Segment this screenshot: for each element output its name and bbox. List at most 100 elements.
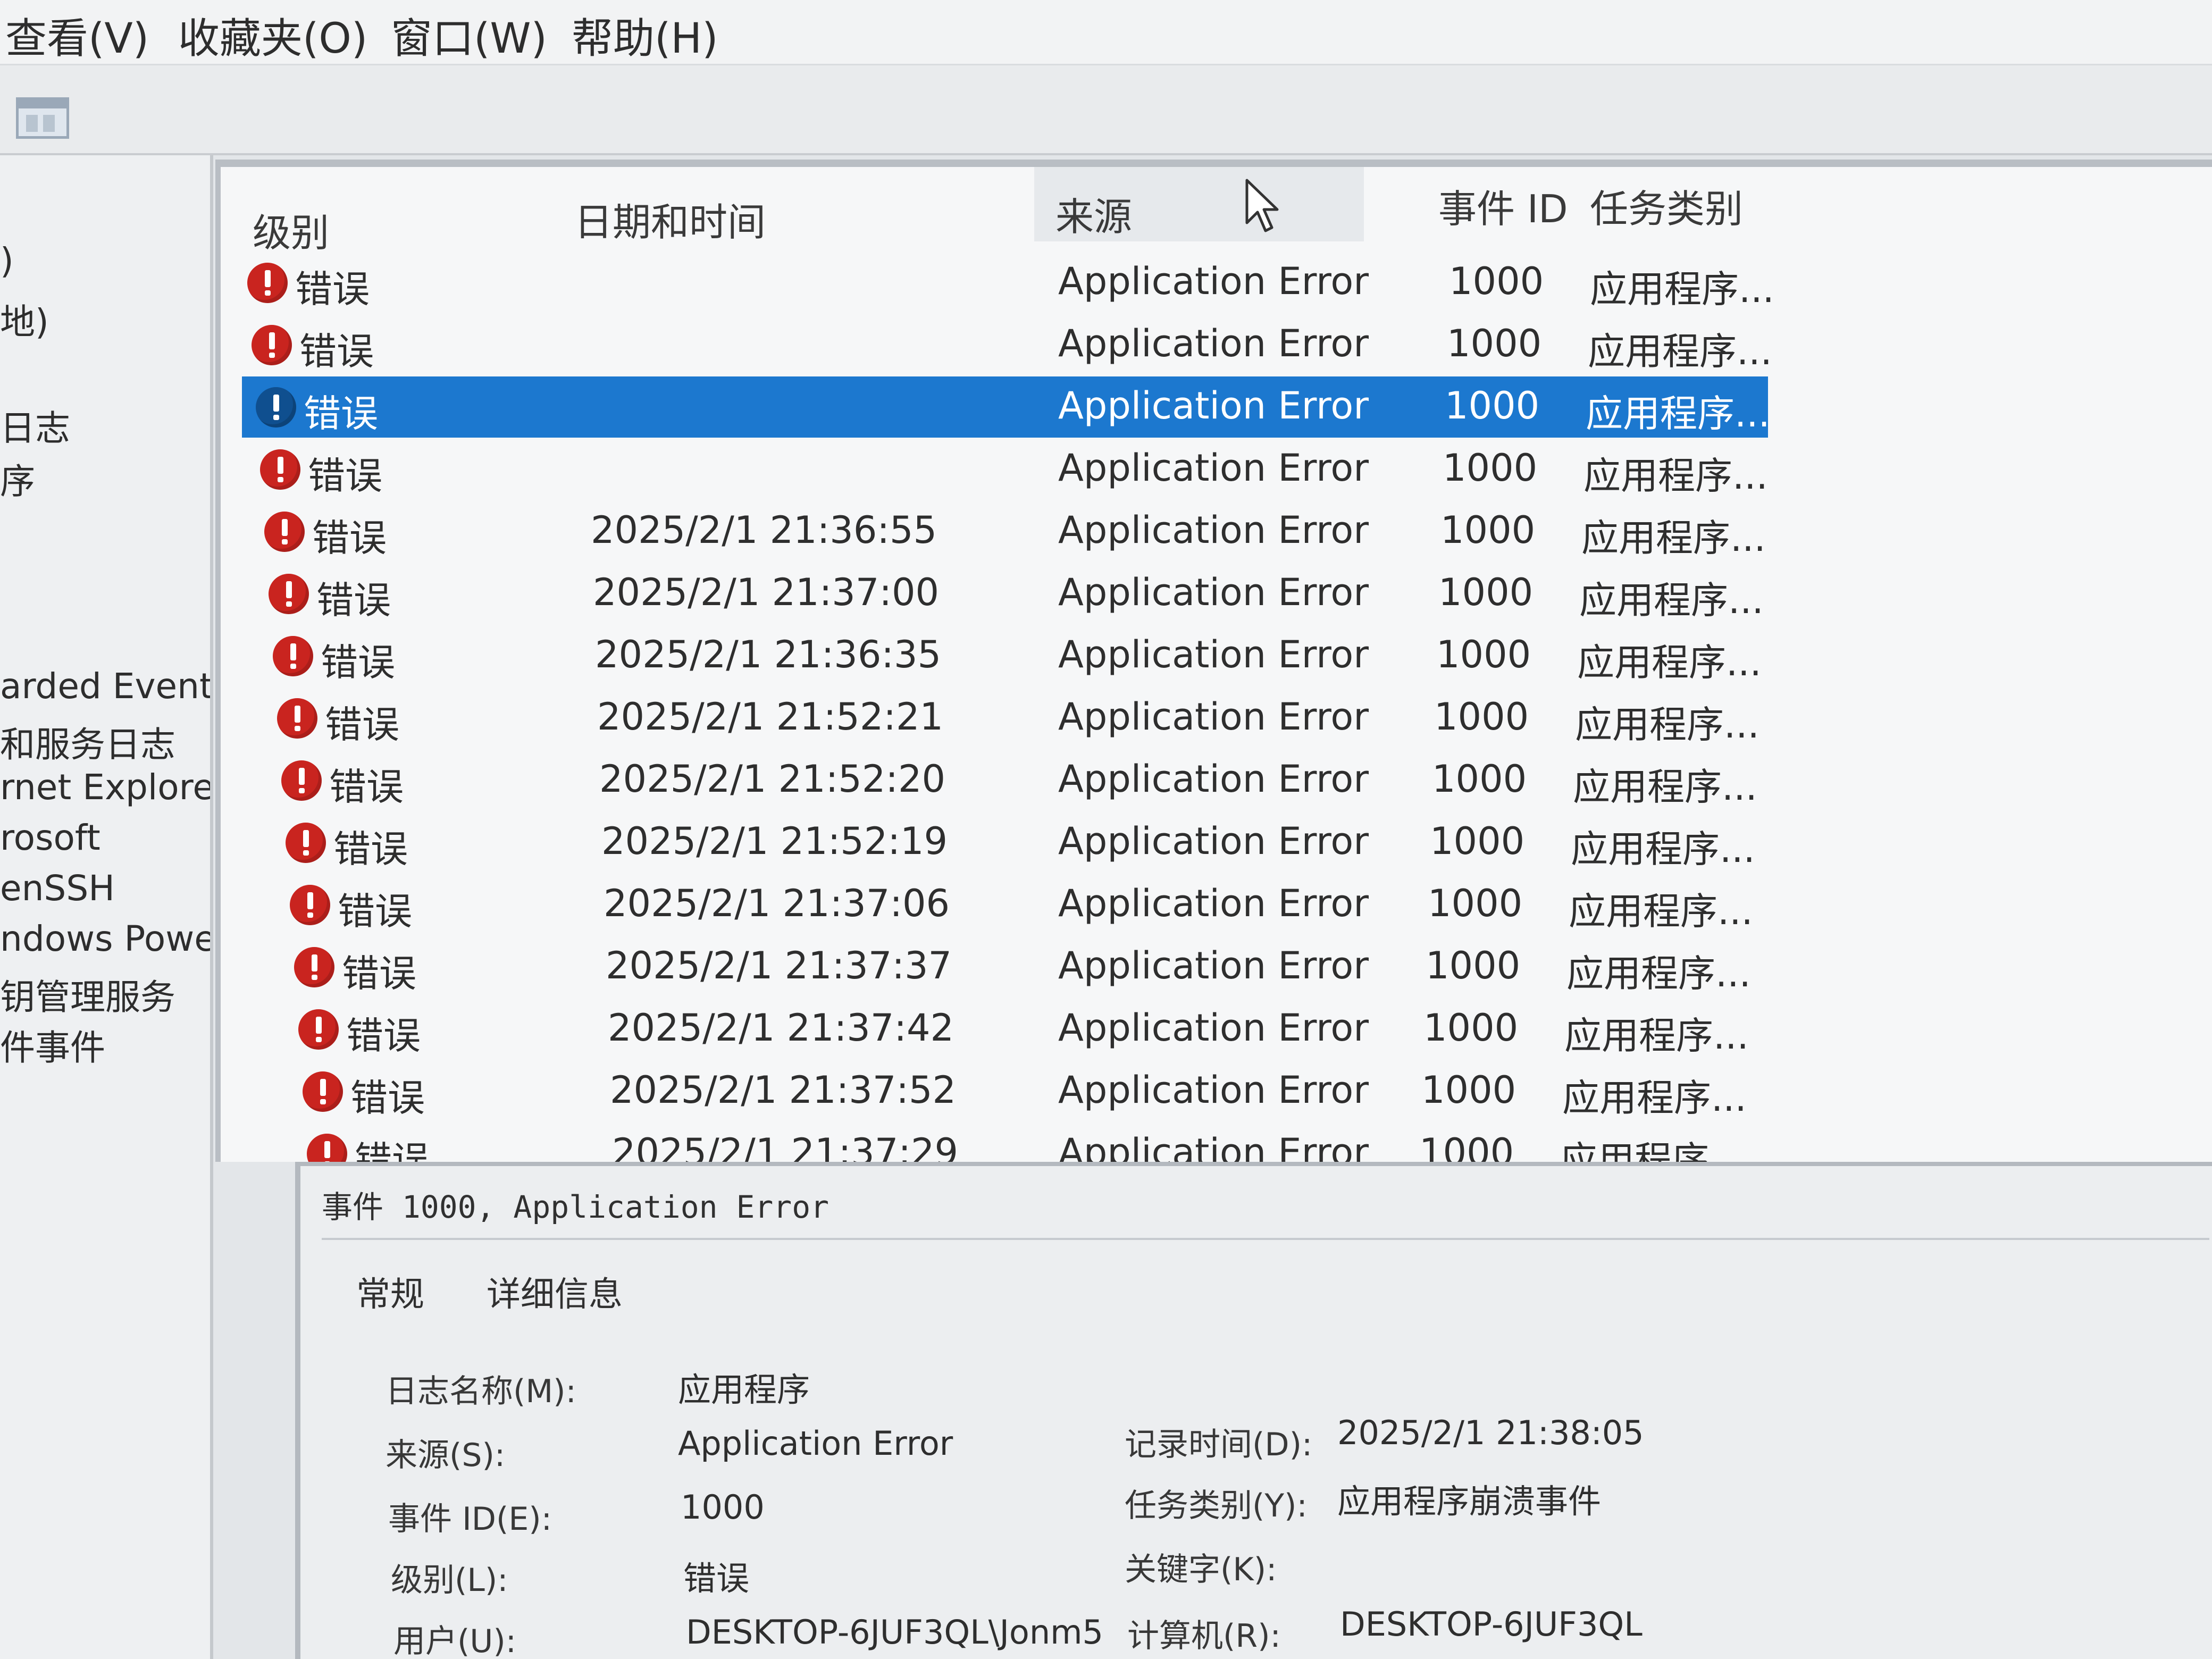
row-source: Application Error <box>1058 1068 1369 1112</box>
row-level: 错误 <box>350 1076 425 1120</box>
row-event-id: 1000 <box>1430 819 1525 863</box>
source-value: Application Error <box>678 1424 953 1463</box>
error-icon <box>273 636 313 676</box>
event-row[interactable]: 错误 2025/2/1 21:52:19 Application Error 1000… <box>221 812 1816 873</box>
row-source: Application Error <box>1058 1130 1369 1162</box>
computer-value: DESKTOP-6JUF3QL <box>1340 1605 1643 1644</box>
row-level: 错误 <box>316 579 391 622</box>
tree-item[interactable]: rosoft <box>0 817 100 858</box>
source-label: 来源(S): <box>386 1437 506 1474</box>
row-datetime: 2025/2/1 21:52:19 <box>601 819 948 863</box>
tree-item[interactable]: 和服务日志 <box>0 716 175 767</box>
row-event-id: 1000 <box>1419 1130 1514 1162</box>
row-source: Application Error <box>1058 1006 1369 1050</box>
row-event-id: 1000 <box>1436 633 1531 676</box>
logged-label: 记录时间(D): <box>1125 1426 1313 1463</box>
event-row[interactable]: 错误 Application Error 1000 应用程序... <box>221 376 1816 438</box>
event-row[interactable]: 错误 2025/2/1 21:37:29 Application Error 1000… <box>221 1123 1816 1162</box>
error-icon <box>298 1009 339 1050</box>
row-datetime: 2025/2/1 21:37:00 <box>593 571 940 614</box>
row-source: Application Error <box>1058 508 1369 552</box>
row-event-id: 1000 <box>1443 446 1538 490</box>
row-level: 错误 <box>355 1138 429 1162</box>
event-id-value: 1000 <box>681 1488 765 1527</box>
event-row[interactable]: 错误 Application Error 1000 应用程序... <box>221 439 1816 500</box>
row-source: Application Error <box>1058 322 1369 365</box>
row-event-id: 1000 <box>1421 1068 1516 1112</box>
row-task-category: 应用程序... <box>1560 1138 1745 1162</box>
event-row[interactable]: 错误 2025/2/1 21:37:06 Application Error 1000… <box>221 874 1816 935</box>
error-icon <box>260 449 300 490</box>
column-header-event-id[interactable]: 事件 ID <box>1438 178 1568 233</box>
event-row[interactable]: 错误 2025/2/1 21:36:55 Application Error 1000… <box>221 501 1816 562</box>
tree-item[interactable]: rnet Explorer <box>0 767 210 808</box>
detail-title: 事件 1000, Application Error <box>322 1189 830 1225</box>
event-row[interactable]: 错误 2025/2/1 21:52:21 Application Error 1000… <box>221 688 1816 749</box>
row-event-id: 1000 <box>1440 508 1536 552</box>
error-icon <box>247 263 288 303</box>
menu-help[interactable]: 帮助(H) <box>572 5 718 65</box>
row-level: 错误 <box>338 890 412 933</box>
tree-item[interactable]: 日志 <box>0 400 70 451</box>
row-level: 错误 <box>346 1014 421 1058</box>
event-row[interactable]: 错误 Application Error 1000 应用程序... <box>221 252 1816 313</box>
event-row[interactable]: 错误 2025/2/1 21:37:42 Application Error 1000… <box>221 999 1816 1060</box>
row-datetime: 2025/2/1 21:37:06 <box>604 882 950 925</box>
row-level: 错误 <box>333 827 408 871</box>
computer-label: 计算机(R): <box>1127 1618 1281 1655</box>
row-event-id: 1000 <box>1428 882 1523 925</box>
row-level: 错误 <box>304 392 378 435</box>
row-event-id: 1000 <box>1426 944 1521 987</box>
tree-item[interactable]: 件事件 <box>0 1019 105 1070</box>
column-header-source[interactable]: 来源 <box>1055 186 1132 241</box>
row-task-category: 应用程序... <box>1586 392 1770 435</box>
tree-item[interactable]: 序 <box>0 453 35 504</box>
row-level: 错误 <box>329 765 404 809</box>
row-source: Application Error <box>1058 384 1369 428</box>
menu-view[interactable]: 查看(V) <box>5 5 149 65</box>
row-task-category: 应用程序... <box>1588 330 1772 373</box>
tree-item[interactable]: arded Events <box>0 666 210 707</box>
row-event-id: 1000 <box>1434 695 1529 739</box>
row-datetime: 2025/2/1 21:52:20 <box>599 757 946 801</box>
row-datetime: 2025/2/1 21:37:29 <box>612 1130 959 1162</box>
tab-general[interactable]: 常规 <box>356 1267 424 1316</box>
row-datetime: 2025/2/1 21:37:37 <box>606 944 952 987</box>
row-source: Application Error <box>1058 819 1369 863</box>
event-row[interactable]: 错误 2025/2/1 21:37:00 Application Error 1000… <box>221 563 1816 624</box>
menu-favorites[interactable]: 收藏夹(O) <box>178 5 367 65</box>
event-row[interactable]: 错误 2025/2/1 21:37:52 Application Error 1000… <box>221 1061 1816 1122</box>
row-event-id: 1000 <box>1438 571 1534 614</box>
error-icon <box>269 574 309 614</box>
tree-item[interactable]: ) <box>0 240 14 281</box>
tab-details[interactable]: 详细信息 <box>487 1267 623 1316</box>
row-datetime: 2025/2/1 21:36:35 <box>595 633 942 676</box>
column-header-task-category[interactable]: 任务类别 <box>1590 178 1743 233</box>
event-row[interactable]: 错误 2025/2/1 21:52:20 Application Error 1000… <box>221 750 1816 811</box>
error-icon <box>290 885 330 925</box>
event-row[interactable]: 错误 Application Error 1000 应用程序... <box>221 314 1816 375</box>
task-category-value: 应用程序崩溃事件 <box>1337 1482 1602 1521</box>
menu-bar: 查看(V) 收藏夹(O) 窗口(W) 帮助(H) <box>0 0 2212 65</box>
column-header-level[interactable]: 级别 <box>253 202 329 257</box>
console-tree-icon[interactable] <box>16 97 69 139</box>
error-icon <box>277 698 317 739</box>
menu-window[interactable]: 窗口(W) <box>391 5 547 65</box>
column-header-datetime[interactable]: 日期和时间 <box>574 191 766 247</box>
error-icon <box>256 387 296 428</box>
row-source: Application Error <box>1058 259 1369 303</box>
event-row[interactable]: 错误 2025/2/1 21:37:37 Application Error 1000… <box>221 936 1816 998</box>
error-icon <box>264 512 305 552</box>
tree-item[interactable]: ndows PowerShel <box>0 918 210 959</box>
tree-item[interactable]: 地) <box>0 294 49 345</box>
task-category-label: 任务类别(Y): <box>1125 1487 1308 1524</box>
row-event-id: 1000 <box>1447 322 1542 365</box>
tree-item[interactable]: enSSH <box>0 868 115 909</box>
tree-item[interactable]: 钥管理服务 <box>0 969 175 1020</box>
row-datetime: 2025/2/1 21:37:42 <box>608 1006 954 1050</box>
event-viewer-window: 查看(V) 收藏夹(O) 窗口(W) 帮助(H) ) 地) 日志 序 arded… <box>0 0 2212 1659</box>
row-task-category: 应用程序... <box>1575 703 1759 747</box>
row-event-id: 1000 <box>1432 757 1527 801</box>
event-row[interactable]: 错误 2025/2/1 21:36:35 Application Error 1000… <box>221 625 1816 686</box>
error-icon <box>294 947 334 987</box>
